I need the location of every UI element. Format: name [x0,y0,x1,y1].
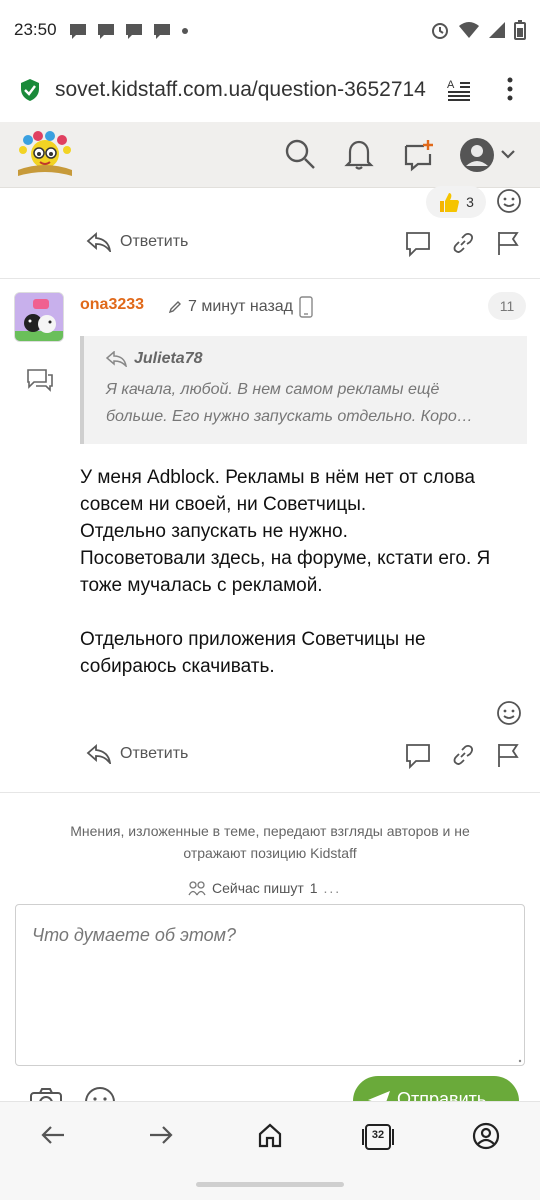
secure-shield-icon[interactable] [20,78,40,102]
reply-label: Ответить [120,745,189,762]
post-meta: 7 минут назад [168,296,313,318]
new-topic-icon[interactable] [402,138,436,172]
reader-mode-icon[interactable]: A [446,76,472,102]
battery-icon [514,20,526,40]
composer-input[interactable]: Что думаете об этом? [32,925,236,946]
disclaimer-text: Мнения, изложенные в теме, передают взгл… [70,823,470,861]
emoji-icon[interactable] [84,1086,116,1102]
post-paragraph: Отдельного приложения Советчицы не собир… [80,629,426,677]
chat-notification-icon [154,24,170,39]
status-bar: 23:50 [0,0,540,62]
quote-header[interactable]: Julieta78 [106,350,509,368]
gesture-home-indicator[interactable] [196,1182,344,1187]
typing-users-icon [188,881,206,896]
post-divider [0,278,540,279]
quote-text-line2: больше. Его нужно запускать отдельно. Ко… [106,408,473,425]
edit-pencil-icon [168,301,181,314]
post-divider [0,792,540,793]
reply-button[interactable]: Ответить [86,744,188,764]
status-right-icons [430,20,526,40]
link-icon[interactable] [452,744,474,766]
report-flag-icon[interactable] [496,230,520,256]
status-time: 23:50 [14,20,57,39]
send-button[interactable]: Отправить [353,1076,519,1102]
svg-text:A: A [447,79,455,91]
post-author[interactable]: ona3233 [80,296,144,314]
composer-toolbar: Отправить [0,1066,540,1102]
url-text[interactable]: sovet.kidstaff.com.ua/question-3652714 [55,78,435,102]
back-arrow-icon[interactable] [40,1124,66,1146]
user-avatar-icon[interactable] [458,136,496,174]
thumbs-up-icon [440,193,460,212]
quote-comment-icon[interactable] [404,230,432,258]
typing-indicator: Сейчас пишут 1 ... [188,880,341,896]
browser-url-bar[interactable]: sovet.kidstaff.com.ua/question-3652714 A [0,62,540,122]
typing-count: 1 [309,880,318,896]
kidstaff-logo[interactable] [14,130,76,180]
browser-menu-icon[interactable] [500,76,520,102]
tabs-button[interactable]: 32 [362,1120,394,1152]
user-avatar[interactable] [14,292,64,342]
notification-icons [68,22,190,40]
typing-dots: ... [323,880,342,896]
site-header [0,122,540,188]
post-paragraph: Посоветовали здесь, на форуме, кстати ег… [80,548,491,596]
wifi-icon [459,22,479,38]
account-icon[interactable] [472,1122,500,1150]
post-time: 7 минут назад [188,298,294,315]
post-number-badge[interactable]: 11 [488,292,526,320]
reply-composer[interactable]: Что думаете об этом? [15,904,525,1066]
chat-notification-icon [126,24,142,39]
resize-handle-icon[interactable] [514,1055,522,1063]
mobile-device-icon [299,296,313,318]
chat-notification-icon [70,24,86,39]
reaction-count: 3 [466,194,474,210]
quote-reply-arrow-icon [106,351,127,367]
add-reaction-smile-icon[interactable] [496,188,522,214]
tabs-count: 32 [371,1129,385,1141]
post-paragraph: У меня Adblock. Рекламы в нём нет от сло… [80,467,475,515]
reply-label: Ответить [120,233,189,250]
home-icon[interactable] [257,1122,283,1148]
add-reaction-smile-icon[interactable] [496,700,522,726]
link-icon[interactable] [452,232,474,254]
quote-text-line1: Я качала, любой. В нем самом рекламы ещё [106,381,440,398]
quote-comment-icon[interactable] [404,742,432,770]
quote-author: Julieta78 [134,350,203,367]
typing-label: Сейчас пишут [212,880,304,896]
reply-arrow-icon [86,744,112,764]
private-message-icon[interactable] [26,368,54,392]
reply-arrow-icon [86,232,112,252]
post-paragraph: Отдельно запускать не нужно. [80,521,348,542]
like-reaction-chip[interactable]: 3 [426,186,486,218]
forward-arrow-icon[interactable] [148,1124,174,1146]
post-body: У меня Adblock. Рекламы в нём нет от сло… [80,464,520,680]
alarm-icon [432,23,448,39]
reply-button[interactable]: Ответить [86,232,188,252]
report-flag-icon[interactable] [496,742,520,768]
avatar-image [15,293,63,341]
search-icon[interactable] [284,138,316,170]
notifications-bell-icon[interactable] [344,138,374,170]
more-notifications-dot-icon [182,28,188,34]
cell-signal-icon [489,22,505,38]
quote-block: Julieta78 Я качала, любой. В нем самом р… [80,336,527,444]
camera-icon[interactable] [30,1088,62,1102]
chat-notification-icon [98,24,114,39]
chevron-down-icon[interactable] [500,148,516,160]
